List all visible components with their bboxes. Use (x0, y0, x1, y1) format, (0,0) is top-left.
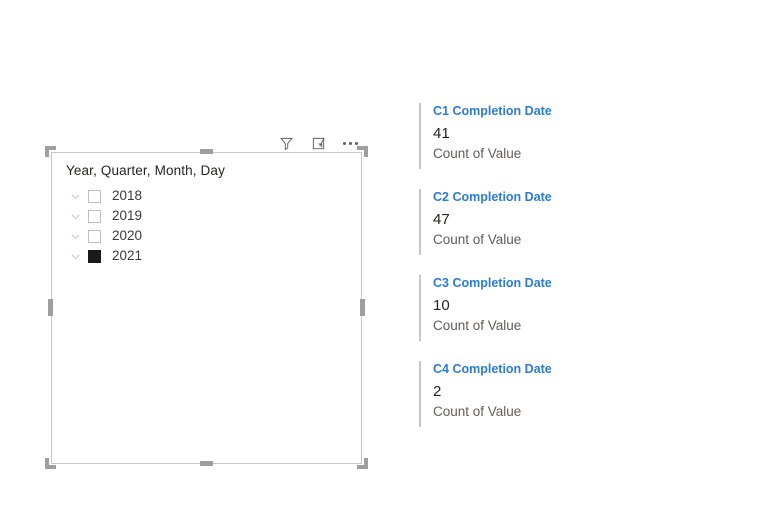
kpi-card-c3[interactable]: C3 Completion Date 10 Count of Value (419, 275, 639, 341)
chevron-down-icon[interactable] (66, 247, 84, 265)
resize-handle-bottom-center[interactable] (200, 461, 213, 466)
slicer-item-label: 2019 (112, 208, 143, 224)
card-accent-bar (419, 189, 421, 255)
card-value: 2 (433, 383, 442, 400)
slicer-item-label: 2018 (112, 188, 143, 204)
slicer-checkbox[interactable] (88, 189, 101, 203)
kpi-card-group: C1 Completion Date 41 Count of Value C2 … (419, 100, 639, 447)
resize-handle-bottom-right[interactable] (357, 458, 368, 469)
slicer-header-label: Year, Quarter, Month, Day (66, 163, 225, 178)
slicer-item-2018[interactable]: 2018 (66, 186, 355, 206)
kpi-card-c4[interactable]: C4 Completion Date 2 Count of Value (419, 361, 639, 427)
slicer-item-2019[interactable]: 2019 (66, 206, 355, 226)
card-accent-bar (419, 361, 421, 427)
kpi-card-c1[interactable]: C1 Completion Date 41 Count of Value (419, 103, 639, 169)
chevron-down-icon[interactable] (66, 207, 84, 225)
chevron-down-icon[interactable] (66, 227, 84, 245)
date-slicer-visual[interactable]: Year, Quarter, Month, Day 2018 2019 2020… (51, 152, 362, 464)
resize-handle-top-left[interactable] (45, 146, 56, 157)
visual-header-toolbar (275, 132, 367, 154)
resize-handle-top-center[interactable] (200, 149, 213, 154)
card-subtitle: Count of Value (433, 146, 522, 161)
card-value: 47 (433, 211, 450, 228)
slicer-checkbox[interactable] (88, 229, 101, 243)
card-subtitle: Count of Value (433, 318, 522, 333)
slicer-item-2021[interactable]: 2021 (66, 246, 355, 266)
resize-handle-middle-right[interactable] (360, 299, 365, 316)
focus-mode-icon[interactable] (307, 133, 329, 153)
chevron-down-icon[interactable] (66, 187, 84, 205)
slicer-checkbox-checked[interactable] (88, 249, 101, 263)
kpi-card-c2[interactable]: C2 Completion Date 47 Count of Value (419, 189, 639, 255)
card-value: 41 (433, 125, 450, 142)
resize-handle-middle-left[interactable] (48, 299, 53, 316)
card-title: C2 Completion Date (433, 190, 552, 204)
card-subtitle: Count of Value (433, 404, 522, 419)
slicer-item-2020[interactable]: 2020 (66, 226, 355, 246)
card-title: C1 Completion Date (433, 104, 552, 118)
card-value: 10 (433, 297, 450, 314)
card-accent-bar (419, 103, 421, 169)
card-title: C3 Completion Date (433, 276, 552, 290)
ellipsis-glyph (342, 141, 358, 145)
slicer-item-label: 2020 (112, 228, 143, 244)
resize-handle-bottom-left[interactable] (45, 458, 56, 469)
filter-icon[interactable] (275, 133, 297, 153)
card-title: C4 Completion Date (433, 362, 552, 376)
card-accent-bar (419, 275, 421, 341)
slicer-item-label: 2021 (112, 248, 143, 264)
slicer-item-list: 2018 2019 2020 2021 (66, 186, 355, 266)
slicer-checkbox[interactable] (88, 209, 101, 223)
card-subtitle: Count of Value (433, 232, 522, 247)
resize-handle-top-right[interactable] (357, 146, 368, 157)
